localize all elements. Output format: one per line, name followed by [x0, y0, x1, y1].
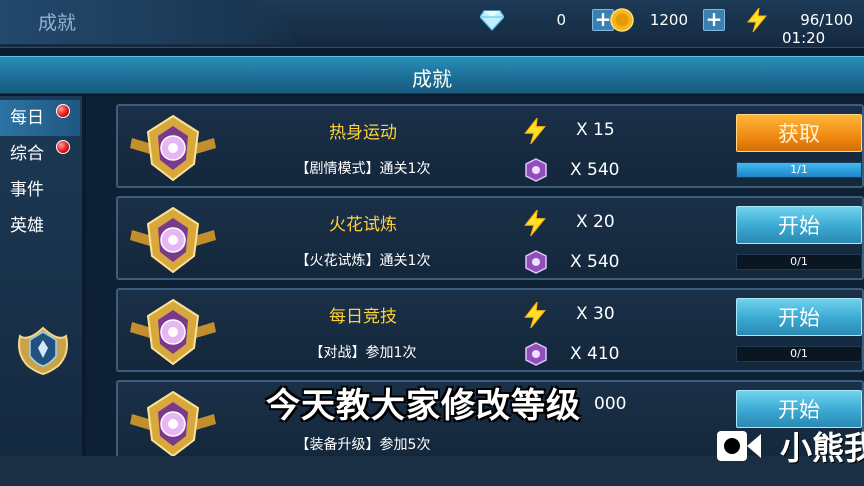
medal-icon — [128, 206, 218, 274]
lightning-icon — [745, 8, 769, 32]
energy-reward: X 20 — [576, 212, 615, 232]
purple-gem-icon — [524, 158, 548, 182]
watermark: 小熊我 — [716, 426, 864, 467]
list-item: 每日竞技 【对战】参加1次 X 30 X 410 开始 0/1 — [116, 288, 864, 372]
page-label: 成就 — [38, 12, 77, 34]
progress-bar: 0/1 — [736, 346, 862, 362]
task-title: 每日竞技 — [329, 307, 397, 327]
task-title: 热身运动 — [329, 123, 397, 143]
diamond-icon — [480, 8, 504, 32]
list-item: 火花试炼 【火花试炼】通关1次 X 20 X 540 开始 0/1 — [116, 196, 864, 280]
energy-timer: 01:20 — [782, 29, 826, 47]
progress-bar: 0/1 — [736, 254, 862, 270]
coin-count: 1200 — [649, 11, 688, 29]
start-button[interactable]: 开始 — [736, 206, 862, 244]
start-button[interactable]: 开始 — [736, 298, 862, 336]
gem-reward: X 540 — [570, 252, 620, 272]
gem-reward: 000 — [594, 394, 627, 414]
coin-counter: 1200 + — [610, 6, 725, 34]
task-description: 【火花试炼】通关1次 — [295, 253, 431, 269]
gem-reward: X 410 — [570, 344, 620, 364]
title-strip: 成就 — [0, 56, 864, 94]
tab-general-label: 综合 — [10, 144, 44, 164]
progress-text: 1/1 — [790, 163, 808, 176]
task-description: 【装备升级】参加5次 — [295, 437, 431, 453]
side-tabs: 每日 综合 事件 英雄 — [0, 96, 82, 456]
page-title: 成就 — [412, 67, 452, 91]
purple-gem-icon — [524, 342, 548, 366]
gem-reward: X 540 — [570, 160, 620, 180]
tab-heroes[interactable]: 英雄 — [0, 208, 80, 244]
energy-reward: X 15 — [576, 120, 615, 140]
medal-icon — [128, 114, 218, 182]
notification-dot-icon — [56, 140, 70, 154]
tab-daily-label: 每日 — [10, 108, 44, 128]
notification-dot-icon — [56, 104, 70, 118]
list-item: 热身运动 【剧情模式】通关1次 X 15 X 540 获取 1/1 — [116, 104, 864, 188]
tab-events[interactable]: 事件 — [0, 172, 80, 208]
lightning-icon — [522, 300, 548, 329]
energy-reward: X 30 — [576, 304, 615, 324]
tab-events-label: 事件 — [10, 180, 44, 200]
progress-text: 0/1 — [790, 347, 808, 360]
task-description: 【剧情模式】通关1次 — [295, 161, 431, 177]
medal-icon — [128, 298, 218, 366]
coin-icon — [610, 8, 634, 32]
task-title: 火花试炼 — [329, 215, 397, 235]
watermark-text: 小熊我 — [780, 429, 864, 467]
tab-daily[interactable]: 每日 — [0, 100, 80, 136]
add-coins-button[interactable]: + — [703, 9, 725, 31]
video-camera-icon — [716, 428, 762, 464]
lightning-icon — [522, 116, 548, 145]
medal-icon — [128, 390, 218, 456]
gem-count: 0 — [556, 11, 566, 29]
lightning-icon — [522, 208, 548, 237]
hero-emblem-icon — [14, 318, 72, 376]
gem-counter: 0 + — [480, 6, 614, 34]
tab-heroes-label: 英雄 — [10, 216, 44, 236]
progress-text: 0/1 — [790, 255, 808, 268]
top-bar: 成就 0 + 1200 + 96/100 01:20 — [0, 0, 864, 48]
purple-gem-icon — [524, 250, 548, 274]
task-description: 【对战】参加1次 — [309, 345, 417, 361]
energy-count: 96/100 — [800, 11, 853, 29]
claim-button[interactable]: 获取 — [736, 114, 862, 152]
tab-general[interactable]: 综合 — [0, 136, 80, 172]
video-subtitle: 今天教大家修改等级 — [266, 386, 581, 426]
progress-bar: 1/1 — [736, 162, 862, 178]
